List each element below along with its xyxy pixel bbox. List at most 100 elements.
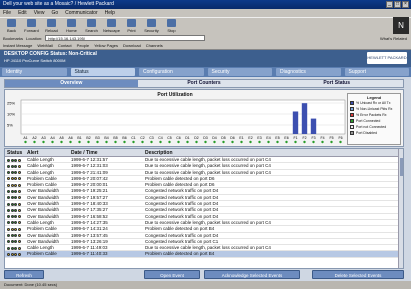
- tab-security[interactable]: Security: [207, 68, 272, 76]
- refresh-button[interactable]: Refresh: [4, 270, 44, 279]
- status-cell: [5, 201, 27, 206]
- tab-diagnostics[interactable]: Diagnostics: [276, 68, 341, 76]
- x-tick-label: E2: [248, 136, 252, 140]
- port-status-dot[interactable]: [240, 140, 243, 144]
- port-status-dot[interactable]: [177, 140, 180, 144]
- table-scrollbar[interactable]: [398, 149, 403, 268]
- open-event-button[interactable]: Open Event: [144, 270, 200, 279]
- port-status-dot[interactable]: [24, 140, 27, 144]
- port-status-dot[interactable]: [33, 140, 36, 144]
- menu-edit[interactable]: Edit: [18, 9, 27, 17]
- datetime-cell: 1999-6-7 14:31:24: [71, 226, 108, 232]
- toolbar-label: Forward: [24, 28, 39, 33]
- port-status-dot[interactable]: [303, 140, 306, 144]
- menu-file[interactable]: File: [3, 9, 11, 17]
- port-status-dot[interactable]: [60, 140, 63, 144]
- status-dot-icon: [17, 189, 21, 193]
- search-button[interactable]: Search: [83, 18, 100, 34]
- status-dot-icon: [7, 246, 10, 250]
- url-input[interactable]: http://15.16.143.195/: [45, 35, 206, 41]
- status-cell: [5, 214, 27, 219]
- reload-button[interactable]: Reload: [43, 18, 60, 34]
- link-contact[interactable]: Contact: [58, 42, 72, 49]
- home-button[interactable]: Home: [63, 18, 80, 34]
- menu-go[interactable]: Go: [51, 9, 58, 17]
- security-button[interactable]: Security: [143, 18, 160, 34]
- whats-related-button[interactable]: What's Related: [380, 36, 411, 41]
- port-status-dot[interactable]: [42, 140, 45, 144]
- security-icon: [147, 19, 156, 27]
- link-webmail[interactable]: WebMail: [37, 42, 53, 49]
- menu-help[interactable]: Help: [105, 9, 115, 17]
- link-download[interactable]: Download: [123, 42, 141, 49]
- back-button[interactable]: Back: [3, 18, 20, 34]
- tab-identity[interactable]: Identity: [2, 68, 67, 76]
- stop-button[interactable]: Stop: [163, 18, 180, 34]
- link-people[interactable]: People: [77, 42, 89, 49]
- bookmarks-button[interactable]: Bookmarks: [3, 36, 23, 41]
- port-status-dot[interactable]: [168, 140, 171, 144]
- port-status-dot[interactable]: [96, 140, 99, 144]
- port-status-dot[interactable]: [114, 140, 117, 144]
- port-status-dot[interactable]: [204, 140, 207, 144]
- port-status-dot[interactable]: [339, 140, 342, 144]
- port-status-dot[interactable]: [213, 140, 216, 144]
- menu-communicator[interactable]: Communicator: [65, 9, 98, 17]
- col-status[interactable]: Status: [5, 149, 27, 156]
- close-icon[interactable]: ×: [402, 1, 409, 8]
- col-alert[interactable]: Alert: [27, 149, 71, 156]
- col-description[interactable]: Description: [145, 149, 403, 156]
- port-status-dot[interactable]: [321, 140, 324, 144]
- subtab-port-counters[interactable]: Port Counters: [138, 80, 271, 87]
- port-status-dot[interactable]: [150, 140, 153, 144]
- tab-configuration[interactable]: Configuration: [139, 68, 204, 76]
- table-row[interactable]: Problem Cable 1999-6-7 11:40:33 Problem ca…: [5, 251, 403, 258]
- delete-events-button[interactable]: Delete Selected Events: [312, 270, 404, 279]
- link-channels[interactable]: Channels: [146, 42, 163, 49]
- print-button[interactable]: Print: [123, 18, 140, 34]
- port-status-dot[interactable]: [231, 140, 234, 144]
- subtab-port-status[interactable]: Port Status: [270, 80, 403, 87]
- acknowledge-events-button[interactable]: Acknowledge Selected Events: [204, 270, 300, 279]
- maximize-icon[interactable]: □: [394, 1, 401, 8]
- status-dot-icon: [7, 240, 10, 244]
- minimize-icon[interactable]: _: [386, 1, 393, 8]
- x-tick-label: B1: [77, 136, 81, 140]
- port-status-dot[interactable]: [78, 140, 81, 144]
- status-indicators: [7, 251, 27, 256]
- subtab-overview[interactable]: Overview: [5, 80, 138, 87]
- x-tick-label: D2: [194, 136, 199, 140]
- port-status-dot[interactable]: [249, 140, 252, 144]
- port-status-dot[interactable]: [312, 140, 315, 144]
- port-status-dot[interactable]: [330, 140, 333, 144]
- status-dot-icon: [14, 252, 17, 256]
- netscape-button[interactable]: Netscape: [103, 18, 120, 34]
- col-datetime[interactable]: Date / Time: [71, 149, 145, 156]
- port-status-dot[interactable]: [159, 140, 162, 144]
- port-status-dot[interactable]: [186, 140, 189, 144]
- link-instant-message[interactable]: Instant Message: [3, 42, 32, 49]
- port-status-dot[interactable]: [267, 140, 270, 144]
- port-status-dot[interactable]: [258, 140, 261, 144]
- port-status-dot[interactable]: [195, 140, 198, 144]
- port-status-dot[interactable]: [141, 140, 144, 144]
- scroll-thumb[interactable]: [399, 158, 403, 176]
- tab-status[interactable]: Status: [70, 68, 135, 76]
- port-status-dot[interactable]: [123, 140, 126, 144]
- description-cell: Congested network traffic on port D4: [145, 232, 219, 238]
- x-tick-label: B4: [104, 136, 108, 140]
- port-status-dot[interactable]: [87, 140, 90, 144]
- port-status-dot[interactable]: [222, 140, 225, 144]
- port-status-dot[interactable]: [132, 140, 135, 144]
- port-status-dot[interactable]: [294, 140, 297, 144]
- port-status-dot[interactable]: [285, 140, 288, 144]
- port-status-dot[interactable]: [105, 140, 108, 144]
- tab-support[interactable]: Support: [344, 68, 409, 76]
- port-status-dot[interactable]: [51, 140, 54, 144]
- link-yellow-pages[interactable]: Yellow Pages: [94, 42, 118, 49]
- menu-view[interactable]: View: [34, 9, 45, 17]
- x-tick-label: D5: [221, 136, 226, 140]
- forward-button[interactable]: Forward: [23, 18, 40, 34]
- port-status-dot[interactable]: [276, 140, 279, 144]
- port-status-dot[interactable]: [69, 140, 72, 144]
